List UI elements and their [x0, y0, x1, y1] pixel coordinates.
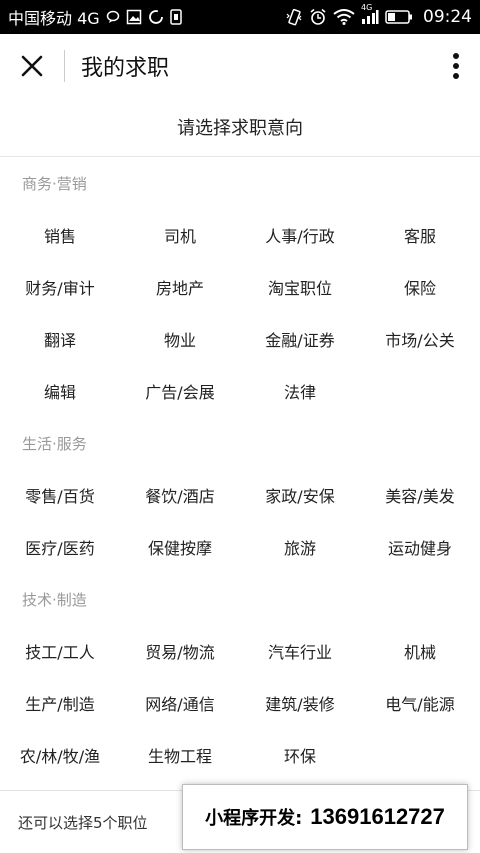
job-option[interactable]: 客服	[360, 209, 480, 261]
job-option[interactable]: 销售	[0, 209, 120, 261]
job-option[interactable]: 运动健身	[360, 521, 480, 573]
title-divider	[64, 50, 65, 82]
promo-label: 小程序开发:	[205, 808, 303, 829]
sim-icon	[169, 9, 182, 25]
job-option[interactable]: 生物工程	[120, 729, 240, 781]
job-option[interactable]: 电气/能源	[360, 677, 480, 729]
status-bar-left: 中国移动 4G	[8, 5, 182, 29]
job-option[interactable]: 建筑/装修	[240, 677, 360, 729]
wifi-icon	[333, 9, 355, 25]
network-badge: 4G	[361, 3, 373, 12]
more-button[interactable]	[432, 34, 480, 98]
battery-icon	[385, 9, 413, 25]
job-option[interactable]: 生产/制造	[0, 677, 120, 729]
promo-banner: 小程序开发: 13691612727	[182, 784, 468, 850]
job-option[interactable]: 汽车行业	[240, 625, 360, 677]
job-option[interactable]: 旅游	[240, 521, 360, 573]
job-option[interactable]: 环保	[240, 729, 360, 781]
job-option[interactable]: 餐饮/酒店	[120, 469, 240, 521]
sync-icon	[148, 9, 164, 25]
close-button[interactable]	[0, 34, 64, 98]
close-icon	[21, 55, 43, 77]
signal-icon: 4G	[361, 3, 379, 25]
title-bar: 我的求职	[0, 34, 480, 98]
category-title: 生活·服务	[22, 435, 87, 453]
alarm-icon	[309, 8, 327, 26]
job-option[interactable]: 翻译	[0, 313, 120, 365]
job-option[interactable]: 技工/工人	[0, 625, 120, 677]
carrier-label: 中国移动 4G	[8, 9, 100, 28]
job-option[interactable]: 零售/百货	[0, 469, 120, 521]
vibrate-icon	[285, 8, 303, 26]
job-option[interactable]: 市场/公关	[360, 313, 480, 365]
job-option[interactable]: 房地产	[120, 261, 240, 313]
status-bar: 中国移动 4G 4G 09:24	[0, 0, 480, 34]
job-option[interactable]: 物业	[120, 313, 240, 365]
job-option[interactable]: 网络/通信	[120, 677, 240, 729]
job-option[interactable]: 法律	[240, 365, 360, 417]
job-option[interactable]: 贸易/物流	[120, 625, 240, 677]
chat-icon	[106, 10, 120, 24]
job-option[interactable]: 金融/证券	[240, 313, 360, 365]
category-title: 商务·营销	[22, 175, 87, 193]
job-option[interactable]: 淘宝职位	[240, 261, 360, 313]
clock-time: 09:24	[423, 7, 472, 27]
more-vertical-icon	[453, 53, 459, 79]
job-option[interactable]: 保险	[360, 261, 480, 313]
job-option[interactable]: 机械	[360, 625, 480, 677]
job-option[interactable]: 家政/安保	[240, 469, 360, 521]
job-option[interactable]: 保健按摩	[120, 521, 240, 573]
job-option[interactable]: 编辑	[0, 365, 120, 417]
job-option[interactable]: 医疗/医药	[0, 521, 120, 573]
image-icon	[126, 9, 142, 25]
job-option[interactable]: 司机	[120, 209, 240, 261]
job-option[interactable]: 农/林/牧/渔	[0, 729, 120, 781]
promo-number: 13691612727	[310, 804, 445, 829]
category-title: 技术·制造	[22, 591, 87, 609]
remaining-selection-text: 还可以选择5个职位	[18, 813, 148, 832]
status-bar-right: 4G 09:24	[285, 3, 472, 27]
selection-prompt: 请选择求职意向	[0, 98, 480, 157]
job-option[interactable]: 广告/会展	[120, 365, 240, 417]
page-title: 我的求职	[81, 56, 170, 81]
job-option[interactable]: 财务/审计	[0, 261, 120, 313]
job-option[interactable]: 人事/行政	[240, 209, 360, 261]
job-category-list[interactable]: 商务·营销销售 司机 人事/行政 客服财务/审计 房地产 淘宝职位 保险翻译 物业 金融/证券市…	[0, 157, 480, 790]
job-option[interactable]: 美容/美发	[360, 469, 480, 521]
